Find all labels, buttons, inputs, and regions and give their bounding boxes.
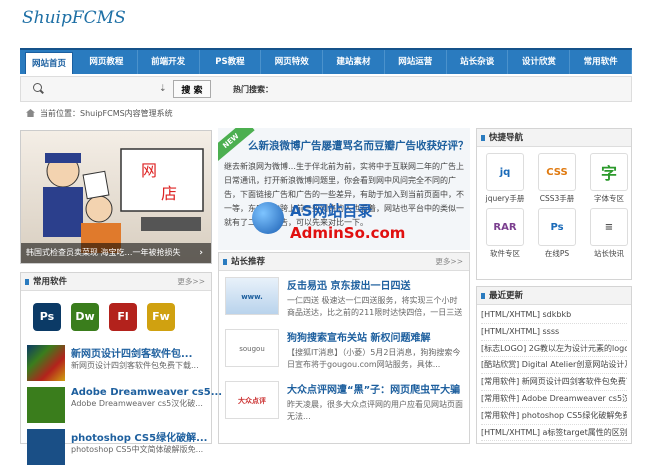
rar-icon: RAR: [486, 208, 524, 246]
watermark-line2: AdminSo.com: [290, 224, 406, 242]
recommend-item-desc: 一仁四送 极速达一仁四送服务，将实现三个小时商品送达，比之前的211限时达快四倍…: [287, 296, 463, 317]
hot-search-label: 热门搜索：: [233, 85, 273, 94]
font-icon: 字: [590, 153, 628, 191]
quicknav-title: 快捷导航: [489, 133, 524, 143]
quicknav-label: CSS3手册: [539, 194, 575, 203]
software-item-title[interactable]: Adobe Dreamweaver cs5...: [71, 387, 222, 398]
quicknav-label: 字体专区: [594, 194, 624, 203]
nav-design-showcase[interactable]: 设计欣赏: [508, 50, 571, 74]
nav-site-materials[interactable]: 建站素材: [323, 50, 385, 74]
quicknav-header: 快捷导航: [477, 129, 631, 147]
css3-icon: CSS: [538, 153, 576, 191]
latest-item[interactable]: [HTML/XHTML] ssss: [481, 324, 627, 341]
search-input[interactable]: [47, 81, 171, 97]
software-item[interactable]: 新网页设计四剑客软件包... 新网页设计四剑客软件包免费下载...: [21, 339, 211, 381]
software-thumb: [27, 429, 65, 465]
flash-icon[interactable]: Fl: [109, 303, 137, 331]
news-icon: ≡: [590, 208, 628, 246]
dreamweaver-icon[interactable]: Dw: [71, 303, 99, 331]
nav-web-effects[interactable]: 网页特效: [261, 50, 324, 74]
latest-header: 最近更新: [477, 287, 631, 305]
software-thumb: [27, 345, 65, 381]
breadcrumb: 当前位置：ShuipFCMS内容管理系统: [20, 104, 632, 124]
globe-icon: [252, 202, 284, 234]
recommend-item-title[interactable]: 狗狗搜索宣布关站 新权问题难解: [287, 329, 463, 344]
recommend-thumb: 大众点评: [225, 381, 279, 419]
quicknav-jquery[interactable]: jq jquery手册: [481, 153, 529, 204]
recommend-item[interactable]: sougou 狗狗搜索宣布关站 新权问题难解【搜狐IT消息】（小菱）5月2日消息…: [219, 323, 469, 375]
headline-title[interactable]: 么新浪微博广告屡遭骂名而豆瓣广告收获好评？: [248, 138, 469, 153]
slide-next-icon[interactable]: ›: [199, 248, 203, 258]
quicknav-label: jquery手册: [485, 194, 525, 203]
svg-text:网: 网: [141, 161, 157, 180]
recommend-header: 站长推荐 更多>>: [219, 253, 469, 271]
quicknav-label: 软件专区: [490, 249, 520, 258]
software-panel: 常用软件 更多>> Ps Dw Fl Fw 新网页设计四剑客软件包... 新网页设…: [20, 272, 222, 465]
nav-ps-tutorial[interactable]: PS教程: [200, 50, 262, 74]
software-title: 常用软件: [33, 277, 68, 287]
latest-item[interactable]: [酷站欣赏] Digital Atelier创意网站设计及工作室: [481, 357, 627, 375]
recommend-more-link[interactable]: 更多>>: [435, 253, 463, 271]
software-item-desc: Adobe Dreamweaver cs5汉化破...: [71, 399, 203, 408]
home-icon: [26, 109, 35, 117]
software-item-title[interactable]: photoshop CS5绿化破解...: [71, 429, 211, 444]
main-nav: 网站首页 网页教程 前端开发 PS教程 网页特效 建站素材 网站运营 站长杂谈 …: [20, 48, 633, 74]
software-item-desc: 新网页设计四剑客软件包免费下载...: [71, 361, 199, 370]
fireworks-icon[interactable]: Fw: [147, 303, 175, 331]
quicknav-online-ps[interactable]: Ps 在线PS: [533, 208, 581, 259]
recommend-item[interactable]: 大众点评 大众点评网遭“黑”子：网页爬虫平大骗昨天凌晨，很多大众点评网的用户应看…: [219, 375, 469, 427]
software-thumb: [27, 387, 65, 423]
latest-item[interactable]: [常用软件] photoshop CS5绿化破解免费下载: [481, 408, 627, 425]
nav-frontend[interactable]: 前端开发: [138, 50, 200, 74]
search-button[interactable]: 搜 索: [173, 80, 211, 98]
recommend-thumb: sougou: [225, 329, 279, 367]
nav-home[interactable]: 网站首页: [25, 52, 73, 74]
latest-item[interactable]: [HTML/XHTML] sdkbkb: [481, 307, 627, 324]
software-item[interactable]: Adobe Dreamweaver cs5... Adobe Dreamweave…: [21, 381, 222, 423]
watermark-line1: AS网站目录: [290, 202, 373, 220]
software-item-desc: photoshop CS5中文简体破解版免...: [71, 445, 204, 454]
breadcrumb-text: 当前位置：ShuipFCMS内容管理系统: [40, 109, 173, 118]
latest-item[interactable]: [常用软件] 新网页设计四剑客软件包免费下载: [481, 374, 627, 391]
slide-caption: 韩国式检查员卖菜现 海宝吃…一年被抢损失: [21, 243, 211, 263]
software-more-link[interactable]: 更多>>: [177, 273, 205, 291]
recommend-item-title[interactable]: 大众点评网遭“黑”子：网页爬虫平大骗: [287, 381, 463, 396]
photoshop-icon[interactable]: Ps: [33, 303, 61, 331]
recommend-panel: 站长推荐 更多>> www. 反击易迅 京东拔出一日四送一仁四送 极速达一仁四送…: [218, 252, 470, 444]
svg-text:店: 店: [161, 184, 177, 203]
jquery-icon: jq: [486, 153, 524, 191]
recommend-item-desc: 【搜狐IT消息】（小菱）5月2日消息，狗狗搜索今日宣布将于gougou.com网…: [287, 348, 461, 369]
quicknav-news[interactable]: ≡ 站长快讯: [585, 208, 633, 259]
search-bar: ⇣ 搜 索 热门搜索：: [20, 76, 632, 102]
nav-software[interactable]: 常用软件: [570, 50, 633, 74]
download-icon: ⇣: [159, 84, 167, 94]
nav-site-operation[interactable]: 网站运营: [385, 50, 447, 74]
software-item-title[interactable]: 新网页设计四剑客软件包...: [71, 345, 211, 360]
latest-panel: 最近更新 [HTML/XHTML] sdkbkb [HTML/XHTML] ss…: [476, 286, 632, 444]
recommend-title: 站长推荐: [231, 257, 266, 267]
recommend-thumb: www.: [225, 277, 279, 315]
latest-item[interactable]: [HTML/XHTML] a标签target属性的区别: [481, 425, 627, 442]
recommend-item-title[interactable]: 反击易迅 京东拔出一日四送: [287, 277, 463, 292]
quicknav-label: 在线PS: [544, 249, 570, 258]
recommend-item[interactable]: www. 反击易迅 京东拔出一日四送一仁四送 极速达一仁四送服务，将实现三个小时…: [219, 271, 469, 323]
recommend-item-desc: 昨天凌晨，很多大众点评网的用户应看见网站页面无法...: [287, 400, 463, 421]
quicknav-software[interactable]: RAR 软件专区: [481, 208, 529, 259]
nav-webmaster-talk[interactable]: 站长杂谈: [447, 50, 509, 74]
quicknav-label: 站长快讯: [594, 249, 624, 258]
quicknav-css3[interactable]: CSS CSS3手册: [533, 153, 581, 204]
latest-item[interactable]: [标志LOGO] 2G教以左为设计元素的logo欣赏: [481, 341, 627, 358]
slideshow[interactable]: 网 店 韩国式检查员卖菜现 海宝吃…一年被抢损失 ›: [20, 130, 212, 264]
software-header: 常用软件 更多>>: [21, 273, 211, 291]
quicknav-panel: 快捷导航 jq jquery手册 CSS CSS3手册 字字体专区 RAR 软件专区 …: [476, 128, 632, 280]
nav-web-tutorial[interactable]: 网页教程: [76, 50, 138, 74]
latest-item[interactable]: [常用软件] Adobe Dreamweaver cs5汉化破解: [481, 391, 627, 408]
photoshop-icon: Ps: [538, 208, 576, 246]
site-logo[interactable]: ShuipFCMS: [22, 8, 126, 28]
latest-title: 最近更新: [489, 291, 524, 301]
software-item[interactable]: photoshop CS5绿化破解... photoshop CS5中文简体破解版…: [21, 423, 211, 465]
watermark: AS网站目录 AdminSo.com: [250, 194, 420, 254]
search-icon: [33, 83, 42, 92]
quicknav-fonts[interactable]: 字字体专区: [585, 153, 633, 204]
